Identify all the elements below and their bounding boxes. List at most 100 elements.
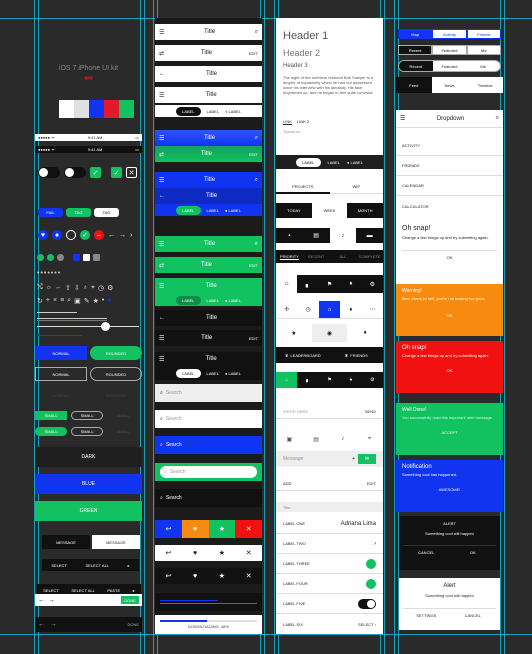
- checkbox-checked[interactable]: ✓: [90, 167, 101, 178]
- checkbox-grey[interactable]: [93, 254, 100, 261]
- done-button[interactable]: DONE: [121, 596, 139, 604]
- link[interactable]: LINK: [283, 119, 292, 124]
- tab-featured[interactable]: Featured: [432, 45, 467, 55]
- list-row-2[interactable]: LABEL TWO ›: [276, 534, 383, 554]
- arrow-left-icon[interactable]: ←: [55, 284, 62, 292]
- search-icon[interactable]: ⌕: [67, 297, 71, 305]
- chevron-right-icon[interactable]: ▸: [133, 588, 135, 593]
- segment-label-dot[interactable]: ● LABEL: [225, 298, 241, 303]
- menu-item-activity[interactable]: ACTIVITY: [396, 136, 503, 156]
- search-bar-green[interactable]: ⌕ Search: [155, 463, 262, 481]
- arrow-left-icon[interactable]: ←: [159, 315, 165, 321]
- segment-label[interactable]: LABEL: [176, 295, 201, 305]
- segment-label[interactable]: LABEL: [176, 368, 201, 378]
- awesome-button[interactable]: AWESOME!: [402, 487, 497, 492]
- tag-green[interactable]: TAG: [66, 208, 91, 217]
- segment-label-dot[interactable]: ● LABEL: [225, 371, 241, 376]
- edit-button[interactable]: EDIT: [249, 51, 258, 56]
- location-icon[interactable]: ⌖: [356, 436, 383, 443]
- toggle-on[interactable]: [358, 598, 376, 609]
- tab-wip[interactable]: WIP: [329, 180, 383, 194]
- send-icon[interactable]: ✉: [358, 454, 376, 464]
- list-row-3[interactable]: LABEL THREE: [276, 554, 383, 574]
- menu-icon[interactable]: ☰: [159, 283, 164, 290]
- menu-select-all[interactable]: SELECT ALL: [71, 588, 95, 593]
- photo-icon[interactable]: ▣: [74, 297, 81, 305]
- ok-button[interactable]: OK: [450, 550, 497, 555]
- menu-select-all[interactable]: SELECT ALL: [86, 563, 110, 568]
- list-row-1[interactable]: LABEL ONE Adriana Lima: [276, 514, 383, 534]
- chart-icon[interactable]: ▖: [297, 377, 318, 383]
- star-icon[interactable]: ★: [208, 520, 236, 538]
- settings-button[interactable]: SETTINGS: [403, 613, 450, 618]
- menu-icon[interactable]: ☰: [159, 356, 164, 363]
- segment-label-dot[interactable]: ● LABEL: [347, 160, 363, 165]
- cancel-button[interactable]: CANCEL: [450, 613, 497, 618]
- tab-featured[interactable]: Featured: [432, 61, 467, 71]
- tab-me[interactable]: Me: [466, 45, 501, 55]
- menu-icon[interactable]: ☰: [400, 115, 405, 122]
- dropdown-header[interactable]: ☰ Dropdown ⌕: [396, 110, 503, 128]
- reply-icon[interactable]: ↩: [155, 520, 182, 538]
- mic-icon[interactable]: ♦: [340, 281, 361, 287]
- star-icon[interactable]: ★: [209, 572, 236, 580]
- menu-paste[interactable]: PASTE: [107, 588, 120, 593]
- search-bar-white[interactable]: ⌕ Search: [155, 410, 262, 428]
- tab-leaderboard[interactable]: ♛ LEADERBOARD: [276, 353, 330, 358]
- mic-icon[interactable]: ♦: [340, 307, 361, 313]
- tab-projects[interactable]: PROJECTS: [276, 180, 330, 194]
- settings-icon[interactable]: ⚙: [362, 281, 383, 288]
- arrow-left-icon[interactable]: ←: [159, 193, 165, 199]
- normal-outline-button[interactable]: NORMAL: [35, 367, 87, 381]
- settings-icon[interactable]: ⚙: [107, 284, 113, 292]
- close-icon[interactable]: ✕: [235, 572, 262, 580]
- edit-button[interactable]: EDIT: [367, 481, 376, 486]
- normal-ghost-button[interactable]: NORMAL: [35, 388, 87, 402]
- segment-label[interactable]: LABEL: [207, 109, 219, 114]
- green-bar[interactable]: GREEN: [35, 501, 142, 521]
- menu-icon[interactable]: ☰: [159, 241, 164, 248]
- menu-icon[interactable]: ☰: [159, 29, 164, 36]
- done-link[interactable]: DONE: [127, 622, 139, 627]
- checkbox-checked[interactable]: ✓: [111, 167, 122, 178]
- filter-icon[interactable]: ⇄: [159, 50, 164, 57]
- circle-icon[interactable]: [66, 230, 76, 240]
- bulb-icon[interactable]: ♁: [83, 284, 88, 292]
- segment-month[interactable]: MONTH: [347, 203, 383, 218]
- film-icon[interactable]: ▤: [303, 436, 330, 443]
- close-icon[interactable]: ✕: [235, 549, 262, 557]
- edit-button[interactable]: EDIT: [249, 336, 258, 341]
- slider-thumb[interactable]: [101, 322, 110, 331]
- clock-icon[interactable]: ◷: [297, 306, 318, 313]
- menu-select[interactable]: SELECT: [51, 563, 67, 568]
- tab-recent[interactable]: Recent: [398, 45, 433, 55]
- send-button[interactable]: SEND: [365, 409, 376, 414]
- list-row-5[interactable]: LABEL FIVE: [276, 594, 383, 614]
- accept-button[interactable]: ACCEPT: [402, 430, 497, 435]
- photo-icon[interactable]: ▣: [276, 436, 303, 443]
- radio-off[interactable]: [57, 254, 64, 261]
- tab-friends[interactable]: ♜ FRIENDS: [330, 353, 384, 358]
- tab-recent[interactable]: Recent: [399, 61, 433, 71]
- search-icon[interactable]: ⌕: [496, 115, 499, 122]
- list-row-6[interactable]: LABEL SIX SELECT ›: [276, 614, 383, 634]
- home-icon[interactable]: ⌂: [276, 275, 298, 293]
- tab-news[interactable]: News: [432, 77, 468, 93]
- chevron-right-icon[interactable]: ›: [130, 232, 132, 239]
- segment-label[interactable]: LABEL: [207, 298, 219, 303]
- more-icon[interactable]: ⋯: [362, 306, 383, 313]
- chart-icon[interactable]: ▖: [297, 281, 318, 288]
- dot-icon[interactable]: •: [102, 297, 104, 305]
- small-rounded-ghost-button[interactable]: SMALL: [107, 427, 139, 436]
- rounded-button[interactable]: ROUNDED: [90, 346, 142, 360]
- filter-all[interactable]: ALL: [330, 254, 357, 259]
- tab-feed[interactable]: Feed: [396, 77, 432, 93]
- arrow-left-icon[interactable]: ←: [159, 71, 165, 77]
- car-icon[interactable]: ▬: [356, 228, 383, 243]
- segment-label[interactable]: LABEL: [176, 106, 201, 116]
- small-button[interactable]: SMALL: [35, 411, 67, 420]
- toggle-off[interactable]: [64, 167, 86, 178]
- share-icon[interactable]: ⇧: [65, 284, 71, 292]
- plus-icon[interactable]: +: [46, 297, 50, 305]
- arrow-right-icon[interactable]: →: [119, 232, 126, 239]
